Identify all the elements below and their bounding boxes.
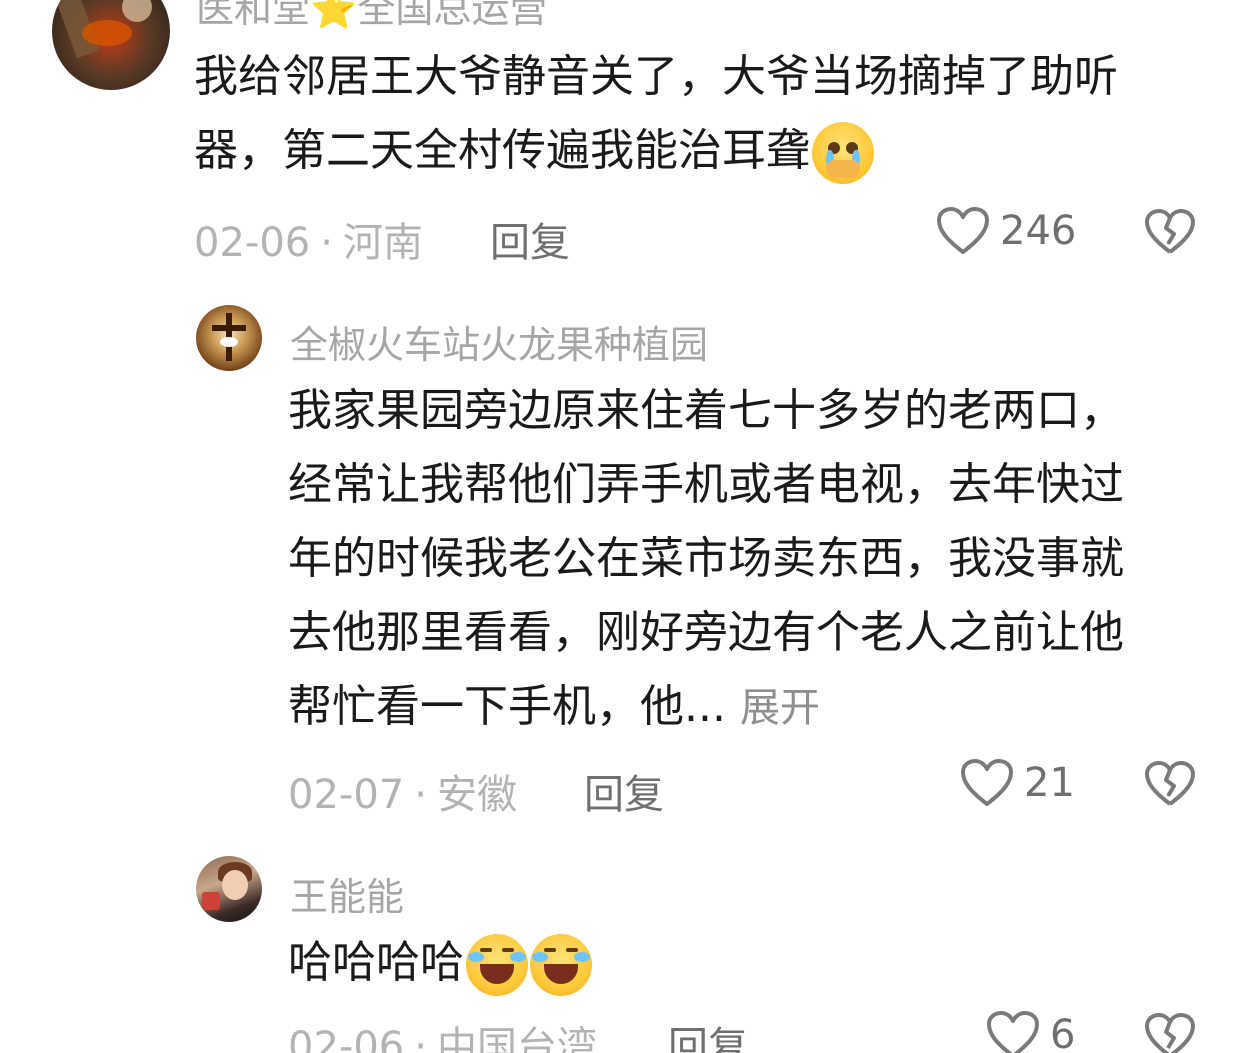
- comment-location: 安徽: [436, 772, 517, 818]
- like-button[interactable]: 21: [960, 758, 1075, 808]
- comment-text-line: 去他那里看看，刚好旁边有个老人之前让他: [288, 607, 1124, 658]
- dislike-button[interactable]: [1144, 760, 1196, 812]
- like-button[interactable]: 6: [986, 1010, 1075, 1053]
- reply-button[interactable]: 回复: [584, 762, 664, 820]
- comment-meta: 02-06 · 中国台湾: [288, 1014, 597, 1053]
- comment-text-line: 我给邻居王大爷静音关了，大爷当场摘掉了助听: [194, 51, 1118, 102]
- comment-date: 02-06: [194, 220, 311, 266]
- comment-meta: 02-07 · 安徽: [288, 772, 517, 818]
- laughing-tears-emoji-icon: [530, 934, 592, 996]
- avatar[interactable]: [196, 856, 262, 922]
- comment-text-line: 我家果园旁边原来住着七十多岁的老两口，: [288, 385, 1124, 436]
- crying-face-emoji-icon: [812, 122, 874, 184]
- broken-heart-icon: [1145, 1013, 1195, 1053]
- dislike-button[interactable]: [1144, 208, 1196, 260]
- comment-username[interactable]: 全椒火车站火龙果种植园: [290, 314, 708, 369]
- comment-username[interactable]: 医和堂⭐全国总运营: [196, 0, 547, 33]
- dislike-button[interactable]: [1144, 1012, 1196, 1053]
- expand-link[interactable]: 展开: [740, 685, 820, 731]
- like-button[interactable]: 246: [936, 206, 1076, 256]
- comment-text-line: 哈哈哈哈: [288, 926, 592, 1000]
- comment-username[interactable]: 王能能: [290, 866, 404, 921]
- laughing-tears-emoji-icon: [466, 934, 528, 996]
- heart-outline-icon: [937, 207, 989, 254]
- avatar[interactable]: [52, 0, 170, 90]
- comment-text: 哈哈哈哈: [288, 926, 592, 1000]
- comment-text-line: 经常让我帮他们弄手机或者电视，去年快过: [288, 459, 1124, 510]
- broken-heart-icon: [1145, 761, 1195, 806]
- comment-date: 02-06: [288, 1024, 405, 1053]
- comment-text-line: 器，第二天全村传遍我能治耳聋: [194, 114, 1118, 188]
- like-count: 21: [1024, 760, 1075, 806]
- broken-heart-icon: [1145, 209, 1195, 254]
- like-count: 6: [1050, 1012, 1076, 1053]
- comment-text: 我给邻居王大爷静音关了，大爷当场摘掉了助听 器，第二天全村传遍我能治耳聋: [194, 40, 1118, 188]
- like-count: 246: [1000, 208, 1077, 254]
- comment-text-line: 帮忙看一下手机，他... 展开: [288, 681, 820, 732]
- comment-location: 中国台湾: [436, 1024, 597, 1053]
- comment-meta: 02-06 · 河南: [194, 220, 423, 266]
- comment-location: 河南: [342, 220, 423, 266]
- comment-text-line: 年的时候我老公在菜市场卖东西，我没事就: [288, 533, 1124, 584]
- comment-date: 02-07: [288, 772, 405, 818]
- reply-button[interactable]: 回复: [490, 210, 570, 268]
- comment-text: 我家果园旁边原来住着七十多岁的老两口， 经常让我帮他们弄手机或者电视，去年快过 …: [288, 374, 1124, 745]
- reply-button[interactable]: 回复: [668, 1014, 748, 1053]
- comment-list: 医和堂⭐全国总运营 我给邻居王大爷静音关了，大爷当场摘掉了助听 器，第二天全村传…: [0, 0, 1260, 1053]
- avatar[interactable]: [196, 305, 262, 371]
- heart-outline-icon: [987, 1011, 1039, 1053]
- heart-outline-icon: [961, 759, 1013, 806]
